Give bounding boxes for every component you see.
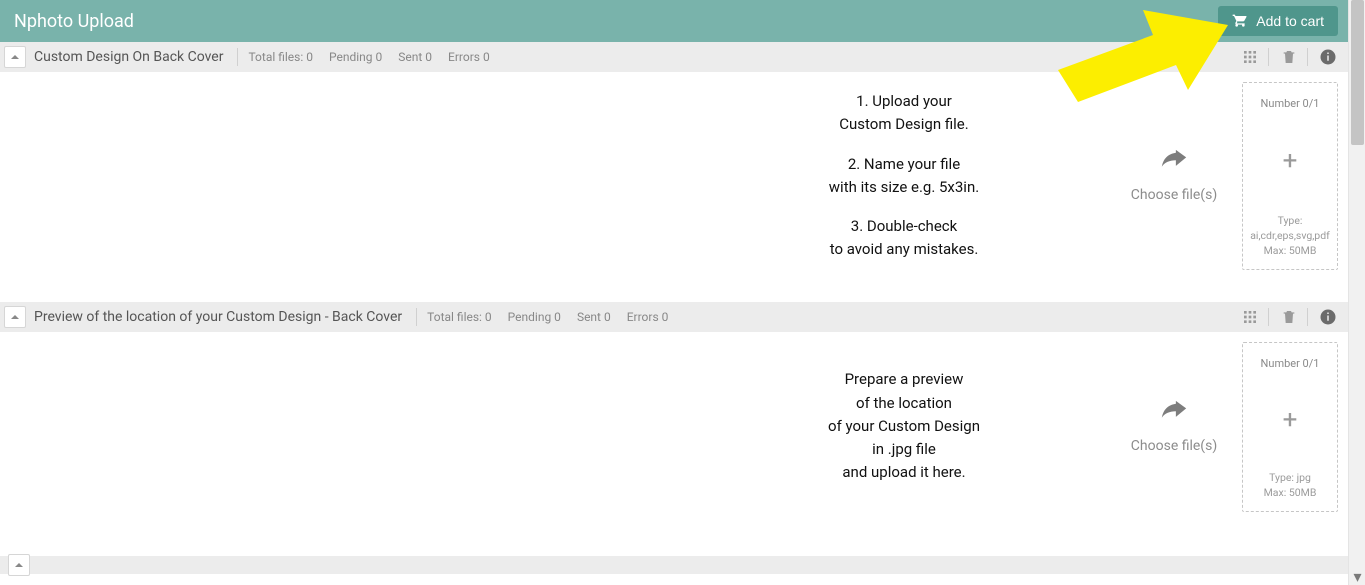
grid-icon[interactable]	[1240, 307, 1260, 327]
stat-errors: Errors 0	[627, 310, 669, 324]
divider	[237, 48, 238, 66]
collapse-toggle[interactable]	[4, 46, 26, 68]
upload-section: Custom Design On Back Cover Total files:…	[0, 42, 1348, 280]
divider	[1268, 308, 1269, 326]
vertical-scrollbar[interactable]: ▴ ▾	[1348, 0, 1365, 585]
stat-total: Total files: 0	[427, 310, 492, 324]
info-icon[interactable]	[1318, 47, 1338, 67]
cart-icon	[1232, 12, 1248, 31]
choose-files-label: Choose file(s)	[1131, 187, 1217, 203]
instruction-line: in .jpg file	[694, 438, 1114, 461]
instruction-line: of your Custom Design	[694, 415, 1114, 438]
trash-icon[interactable]	[1279, 47, 1299, 67]
file-dropzone[interactable]: Number 0/1 + Type: jpg Max: 50MB	[1242, 342, 1338, 512]
instruction-line: Custom Design file.	[694, 113, 1114, 136]
app-header: Nphoto Upload Add to cart	[0, 0, 1348, 42]
instruction-line: 2. Name your file	[694, 153, 1114, 176]
stat-total: Total files: 0	[248, 50, 313, 64]
choose-files-label: Choose file(s)	[1131, 438, 1217, 454]
instructions: 1. Upload your Custom Design file. 2. Na…	[694, 82, 1114, 270]
add-to-cart-label: Add to cart	[1256, 13, 1324, 29]
stat-pending: Pending 0	[508, 310, 561, 324]
grid-icon[interactable]	[1240, 47, 1260, 67]
section-body: 1. Upload your Custom Design file. 2. Na…	[0, 72, 1348, 280]
instruction-line: 1. Upload your	[694, 90, 1114, 113]
stat-errors: Errors 0	[448, 50, 490, 64]
plus-icon: +	[1283, 148, 1298, 174]
scroll-down-button[interactable]: ▾	[1349, 568, 1365, 585]
section-header-peek	[0, 556, 1348, 574]
app-title: Nphoto Upload	[14, 11, 134, 32]
divider	[1307, 308, 1308, 326]
scrollbar-thumb[interactable]	[1351, 0, 1364, 145]
divider	[416, 308, 417, 326]
instructions: Prepare a preview of the location of you…	[694, 342, 1114, 512]
upload-section: Preview of the location of your Custom D…	[0, 302, 1348, 522]
empty-preview-area	[10, 342, 694, 512]
section-header: Custom Design On Back Cover Total files:…	[0, 42, 1348, 72]
share-arrow-icon	[1159, 149, 1189, 181]
stat-pending: Pending 0	[329, 50, 382, 64]
stat-sent: Sent 0	[577, 310, 611, 324]
instruction-line: and upload it here.	[694, 461, 1114, 484]
choose-files-button[interactable]: Choose file(s)	[1114, 82, 1234, 270]
file-dropzone[interactable]: Number 0/1 + Type: ai,cdr,eps,svg,pdf Ma…	[1242, 82, 1338, 270]
divider	[1307, 48, 1308, 66]
instruction-line: to avoid any mistakes.	[694, 238, 1114, 261]
section-header: Preview of the location of your Custom D…	[0, 302, 1348, 332]
instruction-line: 3. Double-check	[694, 215, 1114, 238]
empty-preview-area	[10, 82, 694, 270]
dropzone-meta: Type: ai,cdr,eps,svg,pdf Max: 50MB	[1250, 213, 1330, 259]
dropzone-meta: Type: jpg Max: 50MB	[1264, 470, 1317, 500]
choose-files-button[interactable]: Choose file(s)	[1114, 342, 1234, 512]
dropzone-count: Number 0/1	[1261, 357, 1320, 370]
stat-sent: Sent 0	[398, 50, 432, 64]
divider	[1268, 48, 1269, 66]
trash-icon[interactable]	[1279, 307, 1299, 327]
collapse-toggle[interactable]	[8, 554, 30, 576]
plus-icon: +	[1283, 407, 1298, 433]
collapse-toggle[interactable]	[4, 306, 26, 328]
section-body: Prepare a preview of the location of you…	[0, 332, 1348, 522]
dropzone-count: Number 0/1	[1261, 97, 1320, 110]
share-arrow-icon	[1159, 400, 1189, 432]
instruction-line: with its size e.g. 5x3in.	[694, 176, 1114, 199]
add-to-cart-button[interactable]: Add to cart	[1218, 6, 1338, 36]
section-title: Custom Design On Back Cover	[34, 49, 235, 65]
info-icon[interactable]	[1318, 307, 1338, 327]
instruction-line: of the location	[694, 392, 1114, 415]
section-title: Preview of the location of your Custom D…	[34, 309, 414, 325]
instruction-line: Prepare a preview	[694, 368, 1114, 391]
